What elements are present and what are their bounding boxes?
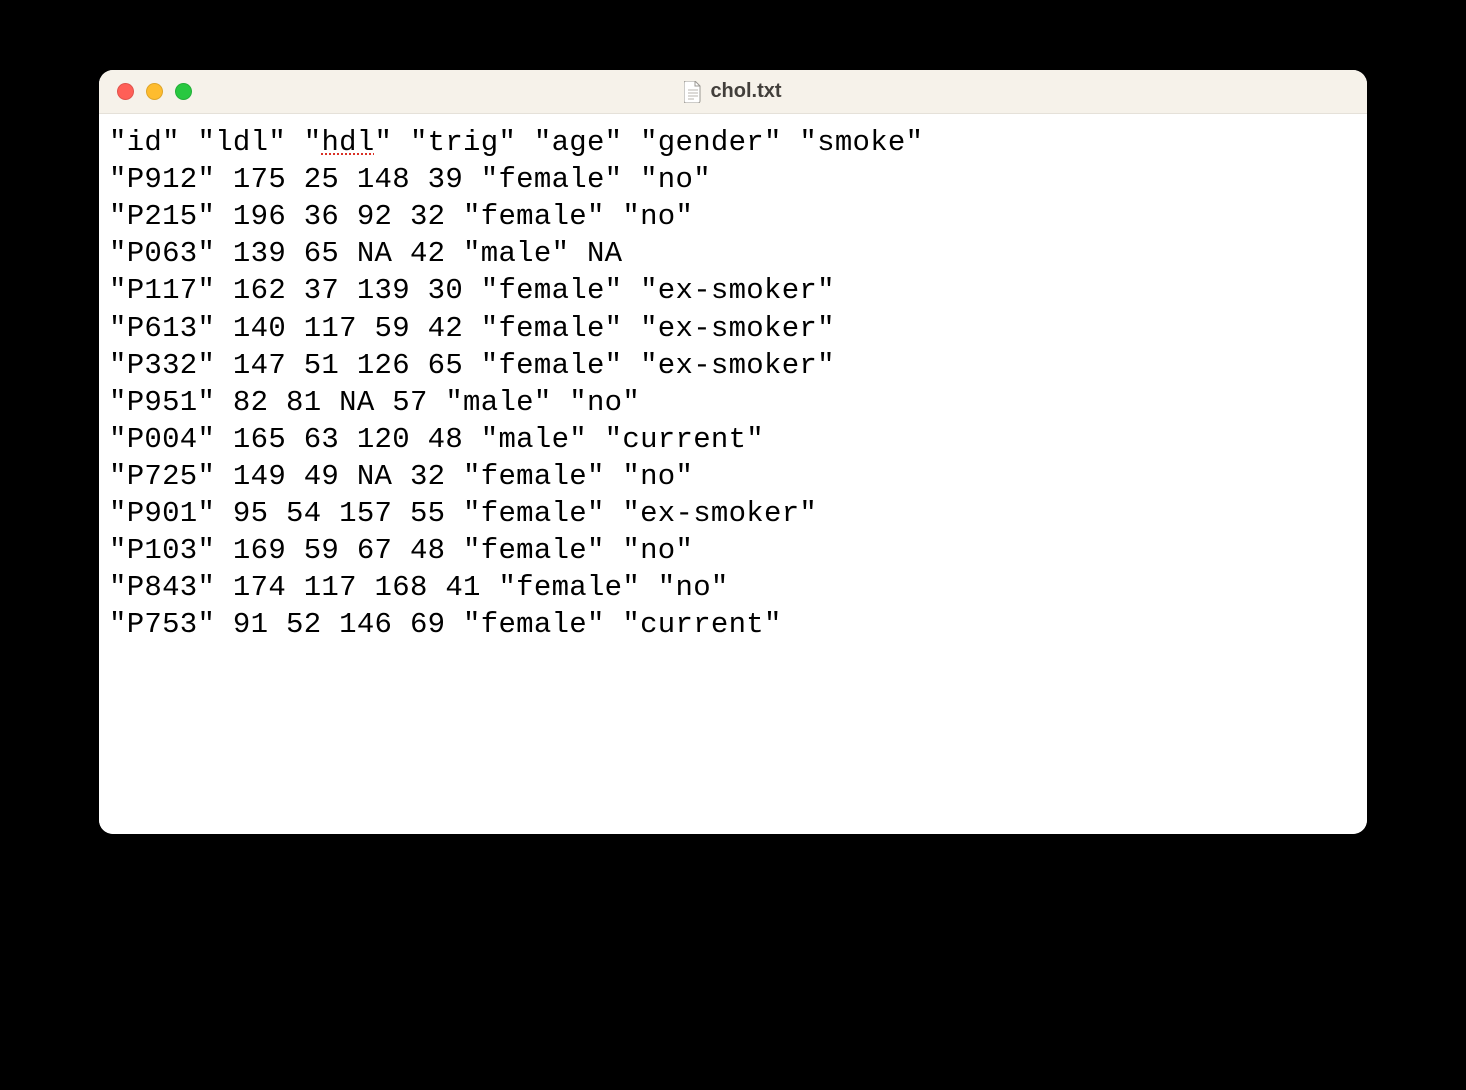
maximize-button[interactable] (175, 83, 192, 100)
text-line: "P103" 169 59 67 48 "female" "no" (109, 534, 693, 567)
text-editor-window: chol.txt "id" "ldl" "hdl" "trig" "age" "… (99, 70, 1367, 834)
title-wrap: chol.txt (99, 80, 1367, 103)
text-line: "P215" 196 36 92 32 "female" "no" (109, 200, 693, 233)
minimize-button[interactable] (146, 83, 163, 100)
titlebar[interactable]: chol.txt (99, 70, 1367, 114)
text-line: "P117" 162 37 139 30 "female" "ex-smoker… (109, 274, 835, 307)
text-line: "P332" 147 51 126 65 "female" "ex-smoker… (109, 349, 835, 382)
content-area[interactable]: "id" "ldl" "hdl" "trig" "age" "gender" "… (99, 114, 1367, 834)
header-suffix: " "trig" "age" "gender" "smoke" (375, 126, 924, 159)
text-line: "P951" 82 81 NA 57 "male" "no" (109, 386, 640, 419)
text-line: "P901" 95 54 157 55 "female" "ex-smoker" (109, 497, 817, 530)
text-line: "P613" 140 117 59 42 "female" "ex-smoker… (109, 312, 835, 345)
window-title: chol.txt (710, 80, 781, 103)
traffic-lights (99, 83, 192, 100)
text-content[interactable]: "id" "ldl" "hdl" "trig" "age" "gender" "… (109, 124, 1357, 644)
text-line: "P063" 139 65 NA 42 "male" NA (109, 237, 622, 270)
header-line: "id" "ldl" "hdl" "trig" "age" "gender" "… (109, 126, 923, 159)
spellcheck-underline: hdl (321, 126, 374, 159)
text-line: "P912" 175 25 148 39 "female" "no" (109, 163, 711, 196)
header-prefix: "id" "ldl" " (109, 126, 321, 159)
close-button[interactable] (117, 83, 134, 100)
text-line: "P004" 165 63 120 48 "male" "current" (109, 423, 764, 456)
text-line: "P725" 149 49 NA 32 "female" "no" (109, 460, 693, 493)
text-line: "P843" 174 117 168 41 "female" "no" (109, 571, 729, 604)
text-line: "P753" 91 52 146 69 "female" "current" (109, 608, 782, 641)
document-icon (684, 81, 702, 103)
